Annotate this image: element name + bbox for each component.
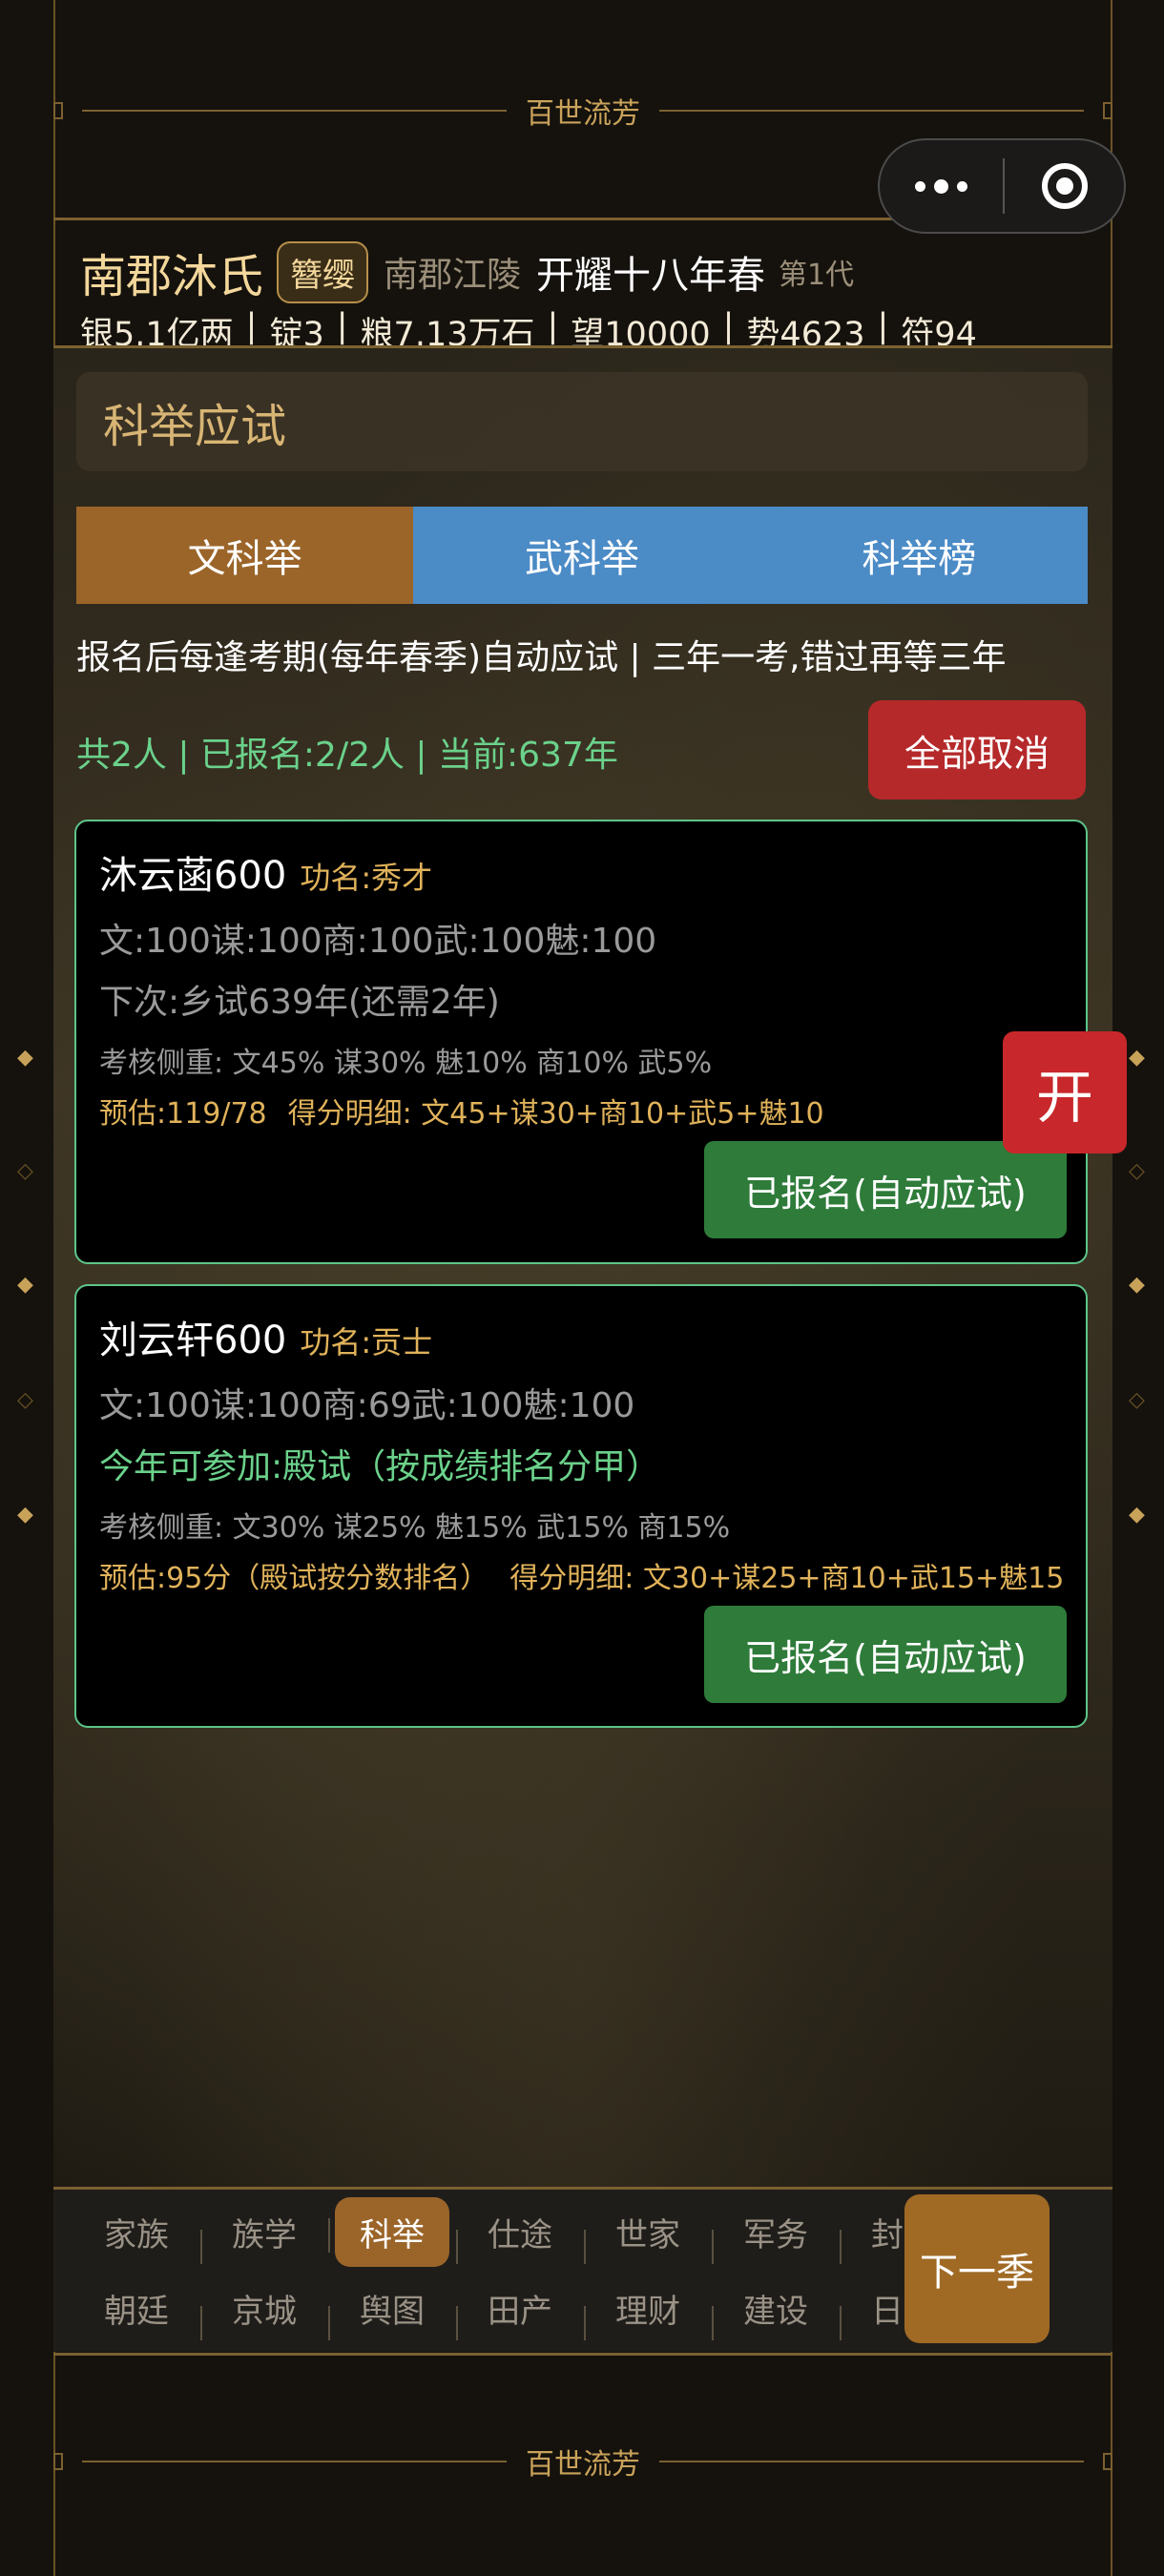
banner-title: 百世流芳 xyxy=(526,97,640,131)
banner-rule xyxy=(659,110,1084,112)
family-name: 南郡沐氏 xyxy=(80,250,264,303)
banner-title: 百世流芳 xyxy=(526,2448,640,2482)
tab-civil-exam[interactable]: 文科举 xyxy=(76,507,414,604)
candidate-estimate: 预估:95分（殿试按分数排名） xyxy=(99,1562,489,1595)
side-diamond-outline-icon: ◇ xyxy=(1129,1159,1145,1183)
more-dots-icon[interactable] xyxy=(880,178,1003,194)
registered-auto-exam-button[interactable]: 已报名(自动应试) xyxy=(704,1141,1067,1238)
banner-rule xyxy=(82,2461,507,2462)
tab-exam-ranking[interactable]: 科举榜 xyxy=(750,507,1088,604)
nav-item-construction[interactable]: 建设 xyxy=(712,2285,840,2340)
family-region: 南郡江陵 xyxy=(384,256,522,295)
side-diamond-outline-icon: ◇ xyxy=(1129,1388,1145,1412)
candidate-next-exam: 下次:乡试639年(还需2年) xyxy=(99,983,500,1022)
nav-item-clan-school[interactable]: 族学 xyxy=(200,2209,328,2264)
target-circle-icon xyxy=(1041,163,1088,209)
candidate-attributes: 文:100谋:100商:69武:100魅:100 xyxy=(99,1386,635,1425)
banner-end-icon xyxy=(53,2453,63,2470)
page-title: 科举应试 xyxy=(76,372,1088,471)
nav-item-finance[interactable]: 理财 xyxy=(584,2285,712,2340)
candidate-weights: 考核侧重: 文30% 谋25% 魅15% 武15% 商15% xyxy=(99,1511,731,1545)
candidate-next-exam: 今年可参加:殿试（按成绩排名分甲） xyxy=(99,1447,661,1486)
nav-item-career[interactable]: 仕途 xyxy=(456,2209,584,2264)
float-open-button[interactable]: 开 xyxy=(1003,1031,1127,1153)
side-diamond-icon: ◆ xyxy=(17,1273,33,1297)
side-diamond-icon: ◆ xyxy=(17,1503,33,1527)
candidate-name: 刘云轩600 xyxy=(99,1319,287,1362)
nav-item-family[interactable]: 家族 xyxy=(73,2209,200,2255)
candidate-breakdown: 得分明细: 文45+谋30+商10+武5+魅10 xyxy=(287,1097,824,1131)
nav-row: 家族 族学 科举 仕途 世家 军务 封地 xyxy=(73,2193,974,2270)
bottom-banner: 百世流芳 xyxy=(53,2414,1112,2509)
rank-badge: 簪缨 xyxy=(277,240,369,303)
nav-item-capital[interactable]: 京城 xyxy=(200,2285,328,2340)
mini-program-capsule xyxy=(878,138,1126,234)
candidate-breakdown: 得分明细: 文30+谋25+商10+武15+魅15 xyxy=(509,1562,1065,1595)
banner-rule xyxy=(82,110,507,112)
nav-grid: 家族 族学 科举 仕途 世家 军务 封地 朝廷 京城 舆图 田产 理财 建设 日… xyxy=(73,2190,974,2346)
candidate-header: 刘云轩600 功名:贡士 xyxy=(99,1309,432,1364)
banner-end-icon xyxy=(1103,2453,1112,2470)
candidate-header: 沐云菡600 功名:秀才 xyxy=(99,844,432,900)
exam-tabs: 文科举 武科举 科举榜 xyxy=(76,507,1088,604)
candidate-attributes: 文:100谋:100商:100武:100魅:100 xyxy=(99,922,657,961)
candidate-title: 功名:贡士 xyxy=(300,1324,433,1361)
side-diamond-outline-icon: ◇ xyxy=(17,1388,33,1412)
candidate-estimate-row: 预估:119/78 得分明细: 文45+谋30+商10+武5+魅10 xyxy=(99,1090,824,1132)
exam-rule-text: 报名后每逢考期(每年春季)自动应试 | 三年一考,错过再等三年 xyxy=(76,638,1007,677)
family-header: 南郡沐氏 簪缨 南郡江陵 开耀十八年春 第1代 xyxy=(80,239,854,305)
tab-military-exam[interactable]: 武科举 xyxy=(413,507,751,604)
candidate-title: 功名:秀才 xyxy=(300,860,433,896)
nav-item-imperial-exam[interactable]: 科举 xyxy=(328,2196,456,2267)
candidate-name: 沐云菡600 xyxy=(99,854,287,898)
nav-row: 朝廷 京城 舆图 田产 理财 建设 日志 xyxy=(73,2270,974,2346)
next-season-button[interactable]: 下一季 xyxy=(904,2194,1050,2343)
candidate-weights: 考核侧重: 文45% 谋30% 魅10% 商10% 武5% xyxy=(99,1047,713,1080)
generation-label: 第1代 xyxy=(779,259,855,292)
side-diamond-icon: ◆ xyxy=(17,1046,33,1070)
candidate-estimate: 预估:119/78 xyxy=(99,1097,267,1131)
side-diamond-outline-icon: ◇ xyxy=(17,1159,33,1183)
registered-auto-exam-button[interactable]: 已报名(自动应试) xyxy=(704,1606,1067,1703)
nav-item-map[interactable]: 舆图 xyxy=(328,2285,456,2340)
nav-item-farmland[interactable]: 田产 xyxy=(456,2285,584,2340)
candidate-card: 刘云轩600 功名:贡士 文:100谋:100商:69武:100魅:100 今年可… xyxy=(74,1284,1088,1728)
candidate-estimate-row: 预估:95分（殿试按分数排名） 得分明细: 文30+谋25+商10+武15+魅15 xyxy=(99,1554,1064,1596)
nav-item-court[interactable]: 朝廷 xyxy=(73,2285,200,2332)
nav-bottom-divider xyxy=(53,2353,1112,2356)
side-diamond-icon: ◆ xyxy=(1129,1273,1145,1297)
cancel-all-button[interactable]: 全部取消 xyxy=(868,700,1086,800)
nav-item-noble-houses[interactable]: 世家 xyxy=(584,2209,712,2264)
side-diamond-icon: ◆ xyxy=(1129,1503,1145,1527)
banner-end-icon xyxy=(53,102,63,119)
side-diamond-icon: ◆ xyxy=(1129,1046,1145,1070)
nav-item-military[interactable]: 军务 xyxy=(712,2209,840,2264)
era-date: 开耀十八年春 xyxy=(536,254,766,298)
banner-end-icon xyxy=(1103,102,1112,119)
landscape-background xyxy=(53,348,1112,2190)
registration-summary: 共2人 | 已报名:2/2人 | 当前:637年 xyxy=(76,736,618,775)
banner-rule xyxy=(659,2461,1084,2462)
close-program-button[interactable] xyxy=(1005,163,1124,209)
candidate-card: 沐云菡600 功名:秀才 文:100谋:100商:100武:100魅:100 下次… xyxy=(74,820,1088,1264)
